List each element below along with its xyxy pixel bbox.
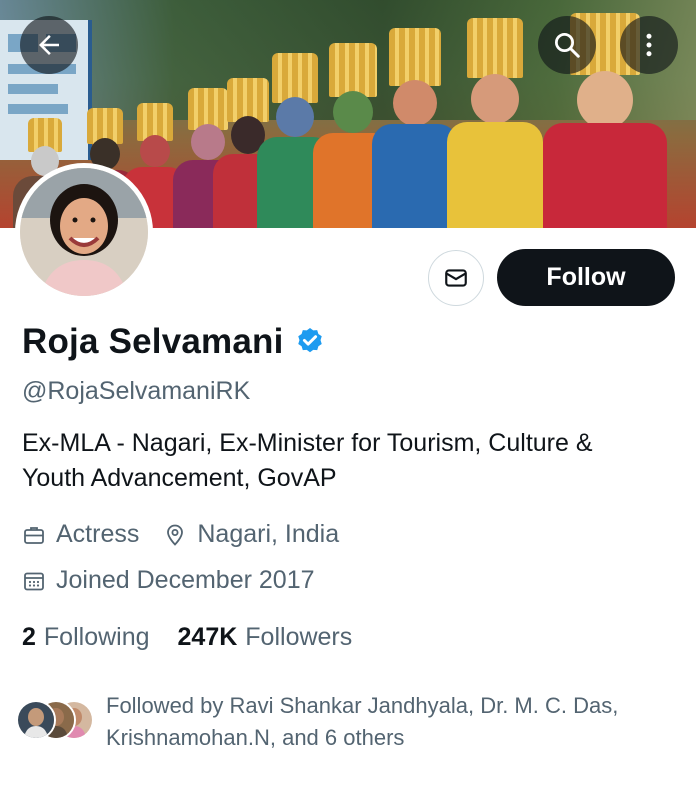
joined-item: Joined December 2017 <box>22 566 315 595</box>
message-button[interactable] <box>428 250 484 306</box>
following-label: Following <box>43 623 150 651</box>
profile-bio: Ex-MLA - Nagari, Ex-Minister for Tourism… <box>22 429 593 492</box>
profession-item: Actress <box>22 520 139 549</box>
joined-text: Joined December 2017 <box>56 566 315 594</box>
search-button[interactable] <box>538 16 596 74</box>
mail-icon <box>445 269 467 287</box>
profile-avatar[interactable] <box>15 163 153 301</box>
briefcase-icon <box>24 526 44 544</box>
location-pin-icon <box>167 524 184 546</box>
calendar-icon <box>24 572 44 590</box>
followed-by-section[interactable]: Followed by Ravi Shankar Jandhyala, Dr. … <box>16 690 666 754</box>
profile-name-row: Roja Selvamani <box>22 322 326 362</box>
profession-text: Actress <box>56 520 140 548</box>
profile-meta-row: Actress Nagari, India <box>22 520 339 549</box>
location-text: Nagari, India <box>197 520 340 548</box>
search-icon <box>555 33 580 58</box>
arrow-left-icon <box>39 35 59 55</box>
followed-by-text: Followed by Ravi Shankar Jandhyala, Dr. … <box>106 693 619 750</box>
profile-handle: @RojaSelvamaniRK <box>22 377 251 405</box>
banner-figure <box>445 18 545 228</box>
location-item: Nagari, India <box>163 520 339 549</box>
mutual-avatar <box>16 700 56 740</box>
more-button[interactable] <box>620 16 678 74</box>
joined-row: Joined December 2017 <box>22 566 315 595</box>
profile-name: Roja Selvamani <box>22 322 284 361</box>
more-vertical-icon <box>646 33 652 57</box>
follow-button[interactable]: Follow <box>497 249 675 306</box>
followers-link[interactable]: 247K Followers <box>178 623 353 652</box>
following-count: 2 <box>22 623 36 651</box>
followers-count: 247K <box>177 623 238 651</box>
following-link[interactable]: 2 Following <box>22 623 150 652</box>
followers-label: Followers <box>245 623 353 651</box>
avatar-image <box>20 168 148 296</box>
back-button[interactable] <box>20 16 78 74</box>
follow-stats: 2 Following 247K Followers <box>22 623 352 652</box>
verified-badge-icon[interactable] <box>294 326 326 358</box>
mutual-follower-avatars <box>16 700 98 750</box>
